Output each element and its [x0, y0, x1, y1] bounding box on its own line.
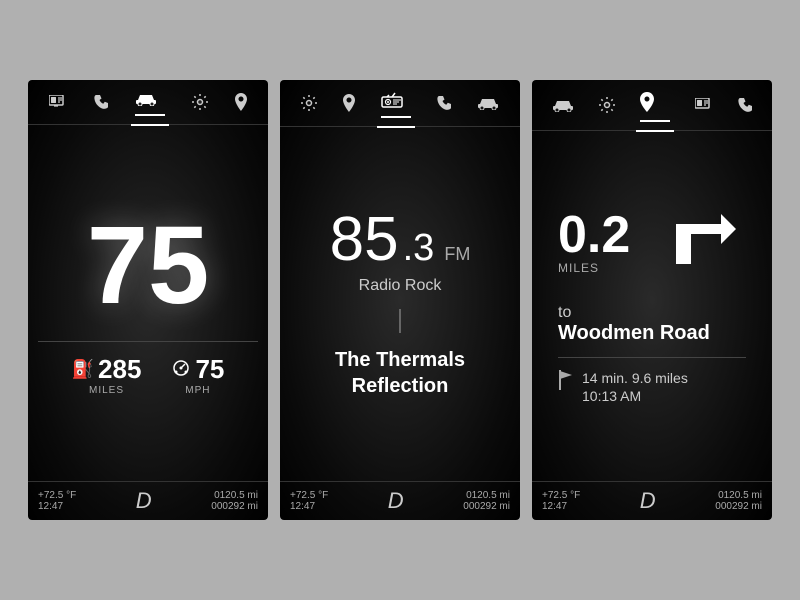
song-subtitle-line: Reflection	[335, 373, 465, 399]
car-icon[interactable]	[131, 90, 169, 118]
road-name: Woodmen Road	[558, 322, 746, 345]
media-icon[interactable]	[691, 96, 717, 119]
speed-stat: 75 MPH	[171, 354, 224, 396]
footer-trip2: 000292 mi	[211, 501, 258, 512]
footer-trip1: 0120.5 mi	[718, 490, 762, 501]
speed-label: MPH	[185, 385, 210, 396]
radio-panel-nav	[280, 80, 520, 127]
footer-time: 12:47	[290, 501, 328, 512]
speed-panel: 75 ⛽ 285 MILES	[28, 80, 268, 520]
current-speed-value: 75	[195, 354, 224, 385]
footer-trip1: 0120.5 mi	[466, 490, 510, 501]
footer-time: 12:47	[38, 501, 76, 512]
freq-decimal: .3	[403, 229, 435, 267]
fuel-label: MILES	[89, 385, 124, 396]
footer-temp: +72.5 °F	[290, 490, 328, 501]
phone-icon[interactable]	[90, 92, 112, 117]
radio-panel-footer: +72.5 °F 12:47 D 0120.5 mi 000292 mi	[280, 481, 520, 520]
dashboard-panels: 75 ⛽ 285 MILES	[28, 80, 772, 520]
nav-content: 0.2 MILES to Woodmen Road	[532, 131, 772, 481]
settings-icon[interactable]	[297, 93, 321, 118]
radio-divider	[399, 309, 401, 333]
phone-icon[interactable]	[734, 95, 756, 120]
footer-gear: D	[136, 488, 152, 514]
nav-distance-row: 0.2 MILES	[558, 209, 746, 296]
car-icon[interactable]	[473, 94, 503, 117]
speed-stats: ⛽ 285 MILES	[38, 341, 258, 396]
nav-eta: 14 min. 9.6 miles 10:13 AM	[558, 370, 746, 404]
footer-temp: +72.5 °F	[542, 490, 580, 501]
fuel-stat: ⛽ 285 MILES	[72, 354, 142, 396]
phone-icon[interactable]	[433, 93, 455, 118]
footer-trip2: 000292 mi	[463, 501, 510, 512]
radio-song-title: The Thermals Reflection	[335, 347, 465, 399]
radio-band: FM	[444, 245, 470, 263]
song-title-line: The Thermals	[335, 347, 465, 373]
turn-arrow-icon	[666, 204, 746, 296]
location-icon[interactable]	[231, 91, 251, 118]
nav-panel-footer: +72.5 °F 12:47 D 0120.5 mi 000292 mi	[532, 481, 772, 520]
radio-panel: 85.3 FM Radio Rock The Thermals Reflecti…	[280, 80, 520, 520]
settings-icon[interactable]	[595, 95, 619, 120]
footer-gear: D	[640, 488, 656, 514]
location-pin-icon[interactable]	[636, 90, 674, 124]
freq-main: 85	[330, 209, 399, 271]
eta-time-distance: 14 min. 9.6 miles	[582, 370, 688, 386]
nav-panel-nav	[532, 80, 772, 131]
nav-panel: 0.2 MILES to Woodmen Road	[532, 80, 772, 520]
footer-trip1: 0120.5 mi	[214, 490, 258, 501]
footer-trip2: 000292 mi	[715, 501, 762, 512]
speed-panel-footer: +72.5 °F 12:47 D 0120.5 mi 000292 mi	[28, 481, 268, 520]
fuel-icon: ⛽	[72, 359, 94, 380]
radio-station-name: Radio Rock	[359, 277, 442, 295]
eta-arrival: 10:13 AM	[582, 388, 688, 404]
radio-frequency: 85.3 FM	[330, 209, 471, 271]
nav-info: 0.2 MILES to Woodmen Road	[548, 209, 756, 404]
speed-panel-nav	[28, 80, 268, 125]
road-to-label: to Woodmen Road	[558, 304, 746, 345]
media-icon[interactable]	[45, 93, 71, 116]
footer-time: 12:47	[542, 501, 580, 512]
rpm-icon	[171, 358, 191, 381]
flag-icon	[558, 370, 574, 393]
settings-icon[interactable]	[188, 92, 212, 117]
footer-gear: D	[388, 488, 404, 514]
footer-temp: +72.5 °F	[38, 490, 76, 501]
fuel-miles-value: 285	[98, 354, 141, 385]
car-icon[interactable]	[548, 96, 578, 119]
nav-divider	[558, 357, 746, 358]
speed-value: 75	[87, 211, 209, 321]
nav-distance-value: 0.2	[558, 209, 630, 261]
speed-content: 75 ⛽ 285 MILES	[28, 125, 268, 481]
radio-icon[interactable]	[377, 90, 415, 120]
location-icon[interactable]	[339, 92, 359, 119]
nav-distance-label: MILES	[558, 261, 630, 275]
radio-content: 85.3 FM Radio Rock The Thermals Reflecti…	[280, 127, 520, 481]
